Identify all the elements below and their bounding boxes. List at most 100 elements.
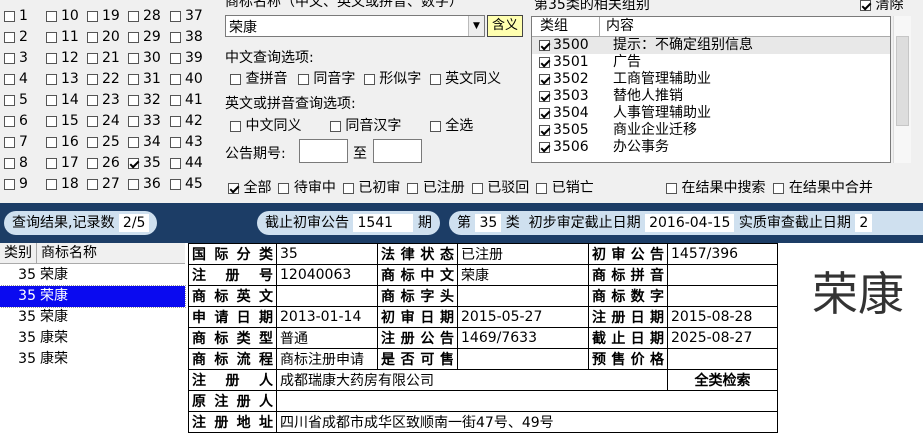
class-option-40[interactable]: 40 [170, 70, 203, 88]
class-checkbox[interactable] [87, 31, 98, 43]
full-search-link[interactable]: 全类检索 [667, 369, 778, 391]
class-checkbox[interactable] [128, 136, 139, 148]
group-checkbox[interactable] [539, 91, 550, 102]
class-option-17[interactable]: 17 [46, 154, 79, 172]
class-checkbox[interactable] [46, 73, 57, 85]
class-option-12[interactable]: 12 [46, 49, 79, 67]
status-filter-option[interactable]: 已销亡 [536, 180, 594, 196]
group-row[interactable]: 3500 提示：不确定组别信息 [532, 37, 890, 54]
class-option-42[interactable]: 42 [170, 112, 203, 130]
group-row[interactable]: 3505 商业企业迁移 [532, 122, 890, 139]
period-to-input[interactable] [373, 139, 422, 163]
class-option-8[interactable]: 8 [4, 154, 28, 172]
class-option-39[interactable]: 39 [170, 49, 203, 67]
status-filter-checkbox[interactable] [471, 182, 483, 194]
class-checkbox[interactable] [4, 73, 15, 85]
class-option-28[interactable]: 28 [128, 7, 161, 25]
class-option-16[interactable]: 16 [46, 133, 79, 151]
status-filter-checkbox[interactable] [536, 182, 548, 194]
class-option-10[interactable]: 10 [46, 7, 79, 25]
class-checkbox[interactable] [170, 136, 181, 148]
class-option-3[interactable]: 3 [4, 49, 28, 67]
class-checkbox[interactable] [170, 178, 181, 190]
group-checkbox[interactable] [539, 74, 550, 85]
class-option-38[interactable]: 38 [170, 28, 203, 46]
class-option-23[interactable]: 23 [87, 91, 120, 109]
class-option-26[interactable]: 26 [87, 154, 120, 172]
class-checkbox[interactable] [170, 73, 181, 85]
class-checkbox[interactable] [128, 115, 139, 127]
option-english-synonym-checkbox[interactable] [429, 73, 441, 85]
option-homophone-hanzi-checkbox[interactable] [329, 120, 341, 132]
class-option-44[interactable]: 44 [170, 154, 203, 172]
class-checkbox[interactable] [87, 73, 98, 85]
class-checkbox[interactable] [46, 178, 57, 190]
group-row[interactable]: 3503 替他人推销 [532, 88, 890, 105]
class-option-13[interactable]: 13 [46, 70, 79, 88]
class-option-24[interactable]: 24 [87, 112, 120, 130]
class-option-43[interactable]: 43 [170, 133, 203, 151]
period-from-input[interactable] [299, 139, 348, 163]
status-filter-option[interactable]: 全部 [228, 180, 271, 196]
result-row[interactable]: 35 康荣 [0, 328, 185, 349]
contain-button[interactable]: 含义 [487, 15, 523, 37]
class-checkbox[interactable] [4, 94, 15, 106]
status-filter-checkbox[interactable] [278, 182, 290, 194]
class-checkbox[interactable] [46, 31, 57, 43]
class-checkbox[interactable] [170, 94, 181, 106]
class-option-9[interactable]: 9 [4, 175, 28, 193]
class-option-32[interactable]: 32 [128, 91, 161, 109]
chevron-down-icon[interactable]: ▼ [468, 16, 484, 36]
class-checkbox[interactable] [170, 157, 181, 169]
class-option-30[interactable]: 30 [128, 49, 161, 67]
class-checkbox[interactable] [170, 10, 181, 22]
group-list-scrollbar[interactable] [893, 16, 911, 163]
class-option-22[interactable]: 22 [87, 70, 120, 88]
class-option-27[interactable]: 27 [87, 175, 120, 193]
result-filter-checkbox[interactable] [666, 182, 677, 194]
class-option-1[interactable]: 1 [4, 7, 28, 25]
class-option-29[interactable]: 29 [128, 28, 161, 46]
group-row[interactable]: 3501 广告 [532, 54, 890, 71]
group-checkbox[interactable] [539, 57, 550, 68]
result-row[interactable]: 35 荣康 [0, 307, 185, 328]
option-chinese-synonym-checkbox[interactable] [230, 120, 241, 132]
status-filter-checkbox[interactable] [407, 182, 419, 194]
class-option-41[interactable]: 41 [170, 91, 203, 109]
result-filter-option[interactable]: 在结果中搜索 [666, 180, 765, 196]
class-option-21[interactable]: 21 [87, 49, 120, 67]
class-checkbox[interactable] [87, 94, 98, 106]
class-checkbox[interactable] [87, 115, 98, 127]
trademark-name-combobox[interactable]: 荣康 ▼ [225, 15, 485, 37]
class-option-7[interactable]: 7 [4, 133, 28, 151]
class-checkbox[interactable] [46, 10, 57, 22]
group-row[interactable]: 3506 办公事务 [532, 139, 890, 156]
class-option-31[interactable]: 31 [128, 70, 161, 88]
class-option-45[interactable]: 45 [170, 175, 203, 193]
class-checkbox[interactable] [128, 157, 139, 169]
group-checkbox[interactable] [539, 142, 550, 153]
group-checkbox[interactable] [539, 125, 550, 136]
class-option-15[interactable]: 15 [46, 112, 79, 130]
status-filter-option[interactable]: 已初审 [342, 180, 400, 196]
option-homophone-checkbox[interactable] [297, 73, 309, 85]
class-checkbox[interactable] [4, 178, 15, 190]
class-checkbox[interactable] [4, 136, 15, 148]
class-checkbox[interactable] [4, 52, 15, 64]
class-checkbox[interactable] [87, 178, 98, 190]
option-select-all-checkbox[interactable] [429, 120, 441, 132]
class-checkbox[interactable] [87, 136, 98, 148]
class-option-20[interactable]: 20 [87, 28, 120, 46]
class-option-4[interactable]: 4 [4, 70, 28, 88]
class-option-18[interactable]: 18 [46, 175, 79, 193]
class-option-19[interactable]: 19 [87, 7, 120, 25]
class-checkbox[interactable] [46, 157, 57, 169]
class-option-33[interactable]: 33 [128, 112, 161, 130]
group-checkbox[interactable] [539, 108, 550, 119]
scrollbar-thumb[interactable] [896, 36, 909, 126]
clear-checkbox[interactable] [860, 0, 871, 11]
class-checkbox[interactable] [4, 157, 15, 169]
class-checkbox[interactable] [46, 52, 57, 64]
status-filter-option[interactable]: 已注册 [407, 180, 465, 196]
result-row[interactable]: 35 康荣 [0, 349, 185, 370]
